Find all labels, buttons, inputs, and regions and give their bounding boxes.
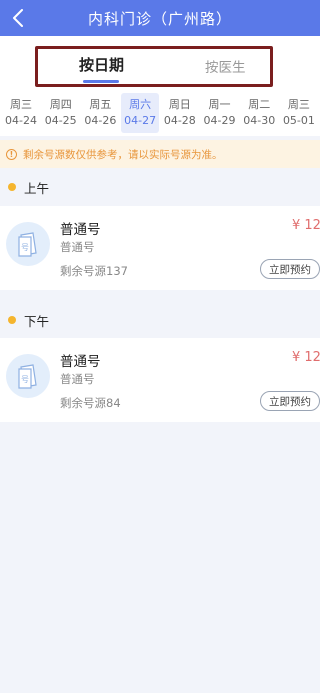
warning-icon: ! [6,148,17,160]
date-item[interactable]: 周二 04-30 [240,93,278,133]
date-selector: 周三 04-24 周四 04-25 周五 04-26 周六 04-27 周日 04-28 … [0,92,320,136]
date-item[interactable]: 周日 04-28 [161,93,199,133]
date-day: 05-01 [282,114,315,127]
svg-text:号: 号 [21,375,29,384]
session-header-afternoon: 下午 [0,305,320,335]
session-dot-icon [8,316,16,324]
date-item[interactable]: 周四 04-25 [42,93,80,133]
date-item[interactable]: 周三 04-24 [2,93,40,133]
ticket-icon: 号 [6,222,50,266]
date-weekday: 周一 [208,98,231,111]
date-item-selected[interactable]: 周六 04-27 [121,93,160,133]
slot-remaining: 剩余号源84 [60,396,121,410]
date-weekday: 周三 [287,98,310,111]
date-item[interactable]: 周三 05-01 [280,93,318,133]
page-title: 内科门诊（广州路） [87,9,232,28]
session-label: 上午 [24,180,50,196]
slot-price: ¥ 12 [292,350,320,365]
slot-title: 普通号 [60,354,101,370]
svg-text:号: 号 [21,243,29,252]
ticket-icon: 号 [6,354,50,398]
session-header-morning: 上午 [0,172,320,202]
session-dot-icon [8,183,16,191]
date-weekday: 周四 [49,98,72,111]
slot-card[interactable]: 号 普通号 普通号 剩余号源84 ¥ 12 立即预约 [0,338,320,422]
date-weekday: 周五 [89,98,112,111]
slot-remaining: 剩余号源137 [60,264,128,278]
date-item[interactable]: 周五 04-26 [81,93,119,133]
date-day: 04-30 [243,114,276,127]
book-now-button[interactable]: 立即预约 [260,391,320,411]
session-label: 下午 [24,313,50,329]
date-day: 04-25 [44,114,77,127]
date-day: 04-27 [124,114,157,127]
slot-subtitle: 普通号 [60,240,95,254]
notice-text: 剩余号源数仅供参考，请以实际号源为准。 [23,148,223,161]
slot-card[interactable]: 号 普通号 普通号 剩余号源137 ¥ 12 立即预约 [0,206,320,290]
header-bar: 内科门诊（广州路） [0,0,320,36]
slot-price: ¥ 12 [292,218,320,233]
back-button[interactable] [4,4,32,32]
tab-bar: 按日期 按医生 [0,36,320,92]
tab-by-doctor[interactable]: 按医生 [205,56,246,76]
date-weekday: 周三 [10,98,32,111]
date-weekday: 周日 [168,98,191,111]
active-tab-indicator [83,80,119,83]
date-weekday: 周二 [248,98,271,111]
date-day: 04-26 [84,114,117,127]
tab-by-date[interactable]: 按日期 [79,54,124,75]
date-item[interactable]: 周一 04-29 [201,93,239,133]
date-day: 04-24 [5,114,37,127]
date-weekday: 周六 [129,98,152,111]
chevron-left-icon [13,9,23,27]
notice-banner: ! 剩余号源数仅供参考，请以实际号源为准。 [0,140,320,168]
date-day: 04-29 [203,114,236,127]
slot-title: 普通号 [60,222,101,238]
date-day: 04-28 [163,114,196,127]
book-now-button[interactable]: 立即预约 [260,259,320,279]
slot-subtitle: 普通号 [60,372,95,386]
